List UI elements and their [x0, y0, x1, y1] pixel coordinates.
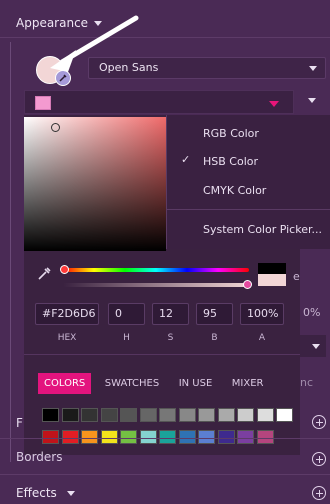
fill-row[interactable]: F [0, 408, 23, 438]
a-label: A [258, 333, 266, 343]
hidden-label: e [293, 270, 300, 283]
color-swatch[interactable] [159, 430, 176, 444]
color-swatch[interactable] [237, 408, 254, 422]
color-swatch[interactable] [237, 430, 254, 444]
b-label: B [211, 333, 218, 343]
saturation-brightness-area[interactable] [24, 117, 166, 251]
a-input[interactable]: 100% [240, 303, 284, 325]
color-swatch[interactable] [81, 408, 98, 422]
alpha-slider-knob[interactable] [243, 280, 252, 289]
hidden-label: 0% [303, 306, 321, 319]
effects-section-header[interactable]: Effects [16, 486, 75, 500]
color-swatch[interactable] [42, 430, 59, 444]
chevron-down-icon[interactable] [308, 98, 316, 103]
chevron-down-icon [312, 344, 320, 349]
color-swatch[interactable] [120, 430, 137, 444]
color-swatch[interactable] [139, 430, 157, 444]
color-swatch[interactable] [178, 430, 196, 444]
old-color-preview [258, 274, 286, 286]
eyedropper-icon[interactable] [36, 266, 52, 285]
color-swatch[interactable] [120, 408, 137, 422]
color-swatch[interactable] [198, 430, 215, 444]
hidden-label: nc [300, 376, 314, 389]
effects-label: Effects [16, 486, 57, 500]
color-swatch[interactable] [217, 408, 235, 422]
color-mode-menu: RGB Color ✓ HSB Color CMYK Color System … [166, 115, 330, 249]
s-label: S [167, 333, 174, 343]
chevron-down-icon [269, 101, 279, 107]
divider [0, 438, 330, 439]
checkmark-icon: ✓ [181, 153, 191, 166]
annotation-arrow-icon [50, 15, 139, 72]
color-swatch[interactable] [100, 408, 118, 422]
color-swatch[interactable] [100, 430, 118, 444]
tab-mixer[interactable]: MIXER [226, 373, 270, 394]
color-dropdown[interactable] [24, 90, 294, 114]
color-swatch[interactable] [178, 408, 196, 422]
swatch-row [42, 408, 293, 422]
color-swatch[interactable] [256, 430, 274, 444]
hidden-select[interactable] [300, 335, 326, 357]
hex-label: HEX [57, 333, 77, 343]
color-swatch[interactable] [256, 408, 274, 422]
color-swatch[interactable] [81, 430, 98, 444]
color-swatch[interactable] [159, 408, 176, 422]
divider [24, 354, 300, 355]
h-input[interactable]: 0 [108, 303, 145, 325]
color-swatch[interactable] [139, 408, 157, 422]
add-border-icon[interactable] [312, 452, 326, 466]
picker-tabs: COLORS SWATCHES IN USE MIXER [38, 373, 274, 395]
color-swatch[interactable] [198, 408, 215, 422]
chevron-down-icon [309, 66, 317, 71]
hue-slider[interactable] [63, 268, 249, 272]
hue-slider-knob[interactable] [60, 265, 69, 274]
fill-label: F [16, 416, 23, 430]
chevron-down-icon [66, 491, 75, 496]
tab-in-use[interactable]: IN USE [173, 373, 219, 394]
tab-colors[interactable]: COLORS [38, 373, 92, 394]
tab-swatches[interactable]: SWATCHES [99, 373, 165, 394]
swatch-row [42, 430, 274, 444]
color-swatch[interactable] [61, 430, 79, 444]
menu-divider [167, 209, 330, 210]
hex-input[interactable]: #F2D6D6 [35, 303, 99, 325]
color-swatch[interactable] [42, 408, 59, 422]
color-swatch[interactable] [217, 430, 235, 444]
add-effect-icon[interactable] [312, 486, 326, 500]
color-dropdown-swatch [35, 96, 51, 110]
color-swatch[interactable] [61, 408, 79, 422]
alpha-slider[interactable] [63, 283, 249, 287]
h-label: H [123, 333, 130, 343]
menu-item-cmyk[interactable]: CMYK Color [203, 184, 266, 197]
color-swatch[interactable] [276, 408, 293, 422]
borders-label: Borders [16, 450, 63, 464]
add-fill-icon[interactable] [312, 415, 326, 429]
new-color-preview [258, 263, 286, 274]
divider [0, 474, 330, 475]
menu-item-rgb[interactable]: RGB Color [203, 127, 259, 140]
sv-handle[interactable] [51, 123, 60, 132]
b-input[interactable]: 95 [196, 303, 233, 325]
s-input[interactable]: 12 [152, 303, 189, 325]
menu-item-hsb[interactable]: HSB Color [203, 155, 258, 168]
menu-item-system-picker[interactable]: System Color Picker... [203, 223, 322, 236]
